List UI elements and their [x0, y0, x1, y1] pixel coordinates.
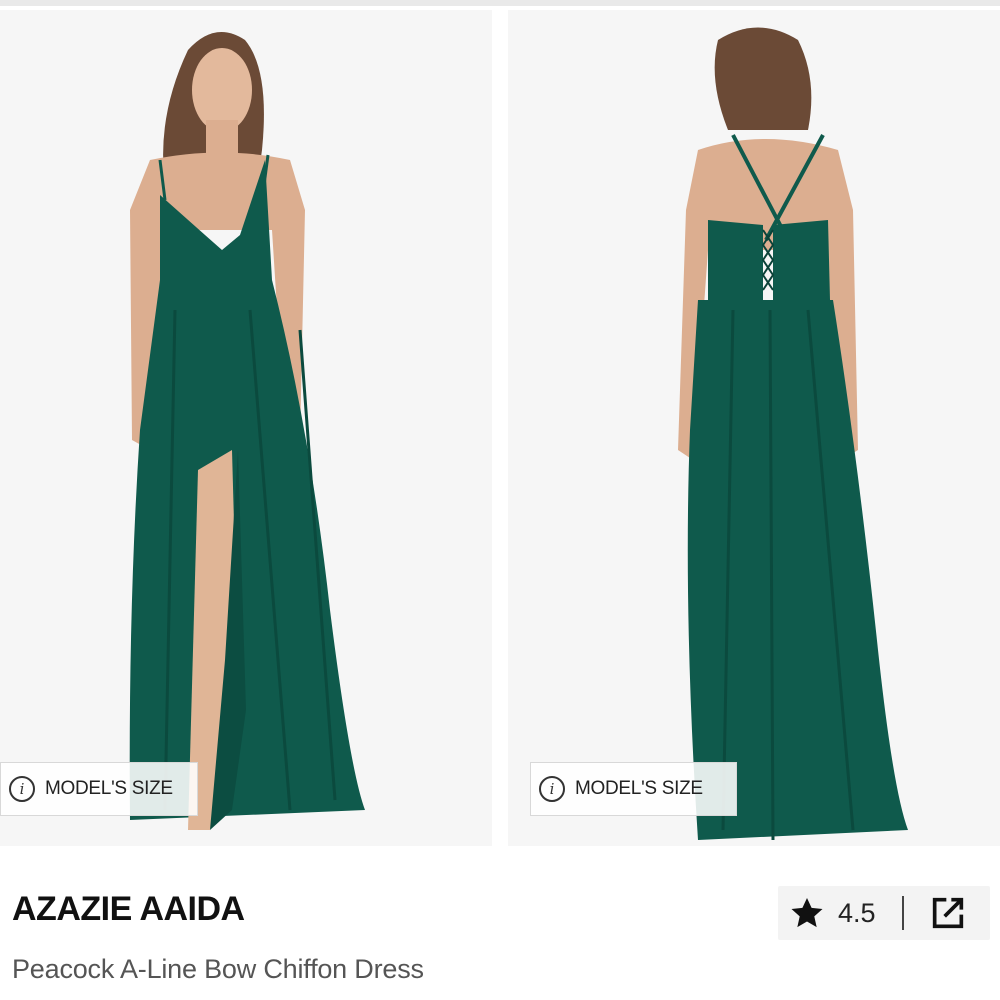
model-size-label: MODEL'S SIZE [575, 778, 703, 799]
product-name: Peacock A-Line Bow Chiffon Dress [12, 954, 424, 984]
product-rating: 4.5 [838, 897, 876, 928]
model-back-illustration [678, 27, 908, 841]
info-icon: i [9, 776, 35, 802]
model-front-illustration [129, 32, 365, 830]
product-brand-title: AZAZIE AAIDA [12, 890, 245, 928]
top-divider [0, 0, 1000, 6]
actions-divider [901, 896, 904, 930]
model-size-label: MODEL'S SIZE [45, 778, 173, 799]
star-icon [791, 897, 823, 928]
product-photo-front[interactable] [0, 10, 492, 846]
model-size-button-back[interactable]: i MODEL'S SIZE [530, 762, 737, 816]
external-link-icon[interactable] [928, 893, 968, 933]
product-actions: 4.5 [778, 886, 990, 940]
product-photo-back[interactable] [508, 10, 1000, 846]
info-icon: i [539, 776, 565, 802]
model-size-button-front[interactable]: i MODEL'S SIZE [0, 762, 198, 816]
